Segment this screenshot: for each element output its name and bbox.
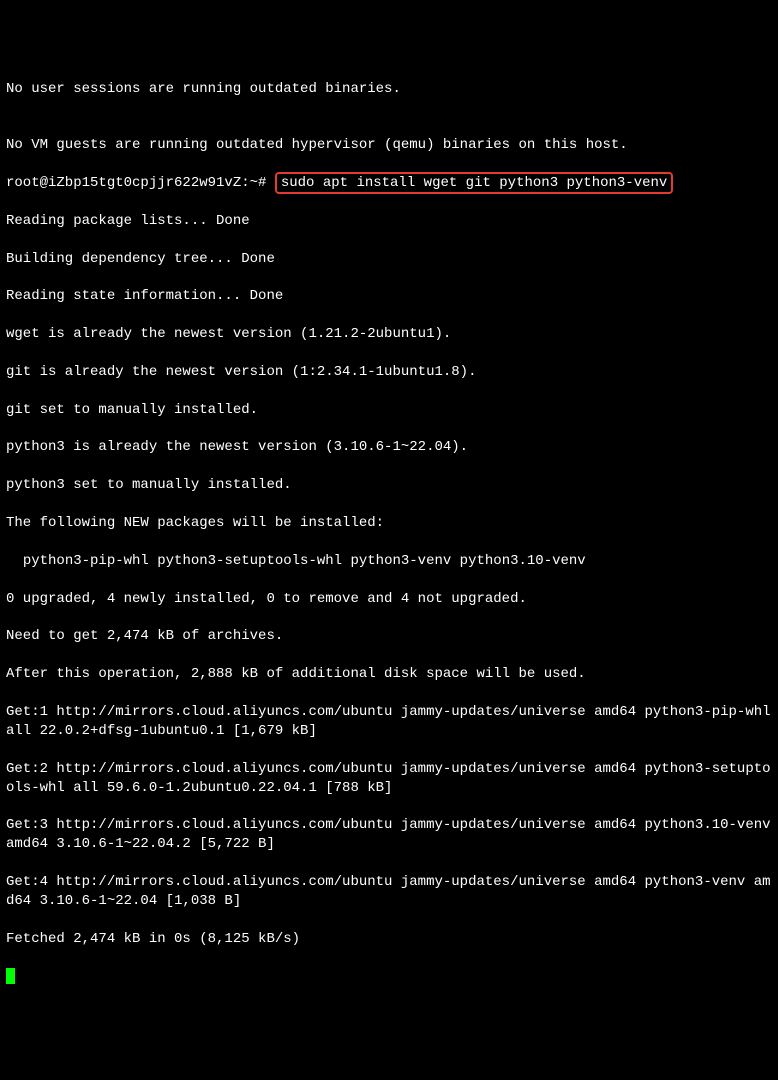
terminal-output-line: No VM guests are running outdated hyperv… xyxy=(6,136,772,155)
terminal-output-line: python3-pip-whl python3-setuptools-whl p… xyxy=(6,552,772,571)
terminal-output-line: The following NEW packages will be insta… xyxy=(6,514,772,533)
terminal-output-line: Get:4 http://mirrors.cloud.aliyuncs.com/… xyxy=(6,873,772,911)
terminal-output-line: Fetched 2,474 kB in 0s (8,125 kB/s) xyxy=(6,930,772,949)
terminal-output-line: No user sessions are running outdated bi… xyxy=(6,80,772,99)
terminal-input-line[interactable] xyxy=(6,967,772,986)
shell-prompt: root@iZbp15tgt0cpjjr622w91vZ:~# xyxy=(6,175,275,191)
terminal-output-line: git is already the newest version (1:2.3… xyxy=(6,363,772,382)
terminal-output-line: python3 set to manually installed. xyxy=(6,476,772,495)
terminal-output-line: Get:1 http://mirrors.cloud.aliyuncs.com/… xyxy=(6,703,772,741)
terminal-output-line: 0 upgraded, 4 newly installed, 0 to remo… xyxy=(6,590,772,609)
terminal-output-line: git set to manually installed. xyxy=(6,401,772,420)
terminal-output-line: After this operation, 2,888 kB of additi… xyxy=(6,665,772,684)
terminal-output-line: Reading package lists... Done xyxy=(6,212,772,231)
highlighted-command: sudo apt install wget git python3 python… xyxy=(275,172,673,194)
terminal-output-line: Get:2 http://mirrors.cloud.aliyuncs.com/… xyxy=(6,760,772,798)
terminal-output-line: Building dependency tree... Done xyxy=(6,250,772,269)
terminal-output-line: Get:3 http://mirrors.cloud.aliyuncs.com/… xyxy=(6,816,772,854)
terminal-output-line: Reading state information... Done xyxy=(6,287,772,306)
terminal-output-line: python3 is already the newest version (3… xyxy=(6,438,772,457)
cursor-icon xyxy=(6,968,15,984)
terminal-output-line: Need to get 2,474 kB of archives. xyxy=(6,627,772,646)
terminal-output-line: wget is already the newest version (1.21… xyxy=(6,325,772,344)
terminal-prompt-line: root@iZbp15tgt0cpjjr622w91vZ:~# sudo apt… xyxy=(6,174,772,193)
